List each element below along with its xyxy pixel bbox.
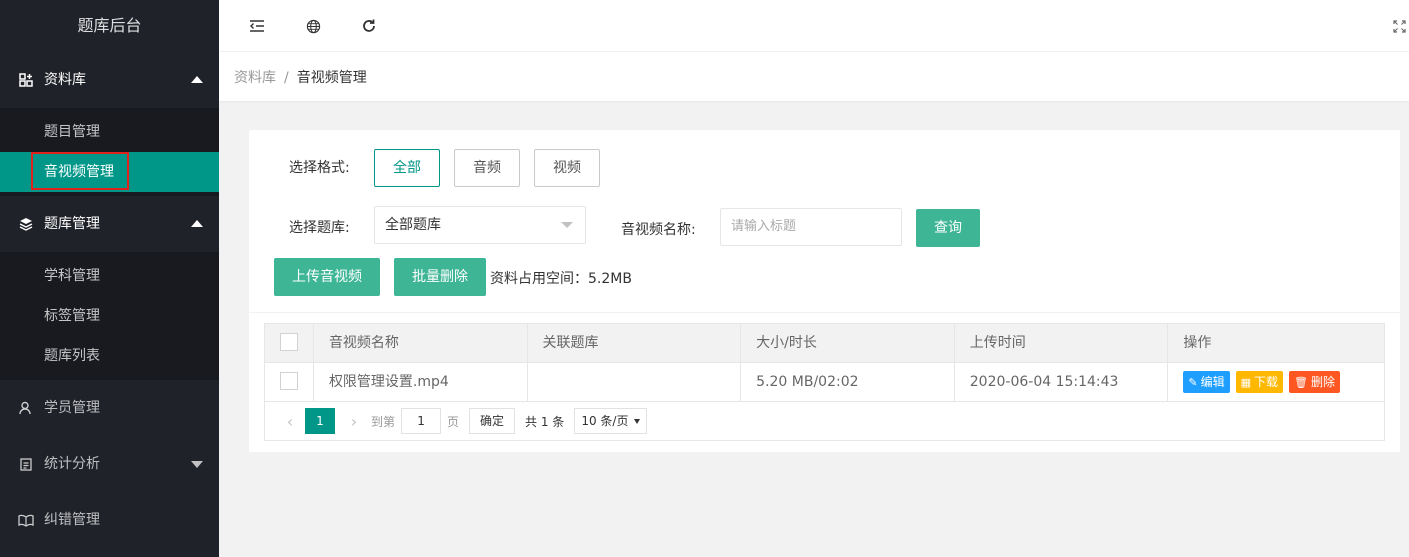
breadcrumb-bar: 资料库 / 音视频管理 xyxy=(219,52,1409,101)
download-label: 下载 xyxy=(1254,375,1279,389)
bank-select-value: 全部题库 xyxy=(385,217,441,233)
edit-label: 编辑 xyxy=(1200,375,1225,389)
chevron-up-icon xyxy=(191,76,203,83)
sidebar-item-media[interactable]: 音视频管理 xyxy=(0,152,219,192)
goto-confirm-button[interactable]: 确定 xyxy=(469,408,516,434)
sidebar-group-materials[interactable]: 资料库 xyxy=(0,52,219,108)
edit-button[interactable]: ✎ 编辑 xyxy=(1183,371,1230,393)
pagination: ‹ 1 › 到第 1 页 确定 共 1 条 10 条/页 xyxy=(265,402,1384,440)
main-card: 选择格式: 全部 音频 视频 选择题库: 全部题库 音视频名称: 请输入标题 查… xyxy=(249,130,1400,452)
breadcrumb-current: 音视频管理 xyxy=(296,70,367,86)
brand-title: 题库后台 xyxy=(0,0,219,52)
fullscreen-icon[interactable] xyxy=(1391,15,1407,37)
column-header-time: 上传时间 xyxy=(955,324,1169,362)
breadcrumb: 资料库 / 音视频管理 xyxy=(234,67,367,87)
format-all-button[interactable]: 全部 xyxy=(374,149,440,187)
sidebar: 题库后台 资料库 题目管理 音视频管理 题库管理 学科管理 标签管理 题库列表 … xyxy=(0,0,219,557)
row-select-cell xyxy=(265,363,314,401)
sidebar-group-label: 题库管理 xyxy=(44,216,100,232)
column-header-actions: 操作 xyxy=(1183,335,1212,351)
caret-down-icon xyxy=(561,222,573,228)
divider xyxy=(249,312,1400,313)
select-all-cell xyxy=(265,324,314,362)
cell-time: 2020-06-04 15:14:43 xyxy=(955,363,1169,401)
query-button[interactable]: 查询 xyxy=(916,209,980,247)
sidebar-group-label: 学员管理 xyxy=(44,400,100,416)
goto-page-input[interactable]: 1 xyxy=(401,408,442,434)
cell-name: 权限管理设置.mp4 xyxy=(314,363,528,401)
top-bar xyxy=(219,0,1409,52)
breadcrumb-parent[interactable]: 资料库 xyxy=(234,70,276,86)
next-page-icon[interactable]: › xyxy=(343,412,365,431)
sidebar-group-label: 纠错管理 xyxy=(44,512,100,528)
breadcrumb-separator: / xyxy=(284,70,289,86)
select-all-checkbox[interactable] xyxy=(280,333,298,351)
trash-icon: 🗑 xyxy=(1294,376,1308,389)
goto-suffix: 页 xyxy=(447,414,460,429)
delete-label: 删除 xyxy=(1311,375,1336,389)
batch-delete-button[interactable]: 批量删除 xyxy=(394,258,486,296)
delete-button[interactable]: 🗑 删除 xyxy=(1289,371,1341,393)
column-header-name: 音视频名称 xyxy=(314,324,528,362)
chevron-up-icon xyxy=(191,220,203,227)
format-video-button[interactable]: 视频 xyxy=(534,149,600,187)
cell-bank xyxy=(528,363,742,401)
sidebar-group-label: 资料库 xyxy=(44,72,86,88)
sidebar-group-stats[interactable]: 统计分析 xyxy=(0,436,219,492)
user-icon xyxy=(18,380,34,436)
sidebar-group-bank[interactable]: 题库管理 xyxy=(0,196,219,252)
row-checkbox[interactable] xyxy=(280,372,298,390)
sidebar-group-corrections[interactable]: 纠错管理 xyxy=(0,492,219,548)
upload-media-button[interactable]: 上传音视频 xyxy=(274,258,380,296)
media-table: 音视频名称 关联题库 大小/时长 上传时间 操作 权限管理设置.mp4 5.20… xyxy=(264,323,1385,441)
table-row: 权限管理设置.mp4 5.20 MB/02:02 2020-06-04 15:1… xyxy=(265,363,1384,402)
storage-usage-text: 资料占用空间：5.2MB xyxy=(490,271,632,287)
clipboard-icon xyxy=(18,436,34,492)
sidebar-submenu-materials: 题目管理 音视频管理 xyxy=(0,108,219,196)
chevron-down-icon xyxy=(191,461,203,468)
column-header-bank: 关联题库 xyxy=(528,324,742,362)
format-audio-button[interactable]: 音频 xyxy=(454,149,520,187)
format-label: 选择格式: xyxy=(289,160,350,176)
menu-collapse-icon[interactable] xyxy=(246,15,268,37)
bank-label: 选择题库: xyxy=(289,220,350,236)
sidebar-group-label: 统计分析 xyxy=(44,456,100,472)
page-number-current[interactable]: 1 xyxy=(305,408,335,434)
sidebar-item-subjects[interactable]: 学科管理 xyxy=(0,256,219,296)
name-label: 音视频名称: xyxy=(621,222,696,238)
download-button[interactable]: ▦ 下载 xyxy=(1235,371,1284,393)
sidebar-submenu-bank: 学科管理 标签管理 题库列表 xyxy=(0,252,219,380)
globe-icon[interactable] xyxy=(302,15,324,37)
total-count: 共 1 条 xyxy=(525,414,565,429)
caret-down-icon xyxy=(634,419,641,424)
grid-plus-icon xyxy=(18,52,34,108)
cell-size: 5.20 MB/02:02 xyxy=(741,363,955,401)
sidebar-group-students[interactable]: 学员管理 xyxy=(0,380,219,436)
sidebar-item-bank-list[interactable]: 题库列表 xyxy=(0,336,219,376)
pencil-icon: ✎ xyxy=(1188,376,1198,389)
goto-prefix: 到第 xyxy=(371,414,396,429)
layers-icon xyxy=(18,196,34,252)
sidebar-item-questions[interactable]: 题目管理 xyxy=(0,112,219,152)
title-search-input[interactable]: 请输入标题 xyxy=(720,208,902,246)
refresh-icon[interactable] xyxy=(358,15,380,37)
book-icon xyxy=(18,492,34,548)
sidebar-item-tags[interactable]: 标签管理 xyxy=(0,296,219,336)
table-icon: ▦ xyxy=(1240,376,1252,389)
table-header-row: 音视频名称 关联题库 大小/时长 上传时间 操作 xyxy=(265,324,1384,363)
cell-actions: ✎ 编辑 ▦ 下载 🗑 删除 xyxy=(1168,363,1384,401)
page-size-select[interactable]: 10 条/页 xyxy=(574,408,648,434)
column-header-size: 大小/时长 xyxy=(741,324,955,362)
prev-page-icon[interactable]: ‹ xyxy=(279,412,301,431)
highlight-box xyxy=(31,152,129,190)
bank-select[interactable]: 全部题库 xyxy=(374,206,586,244)
page-size-value: 10 条/页 xyxy=(581,414,629,428)
